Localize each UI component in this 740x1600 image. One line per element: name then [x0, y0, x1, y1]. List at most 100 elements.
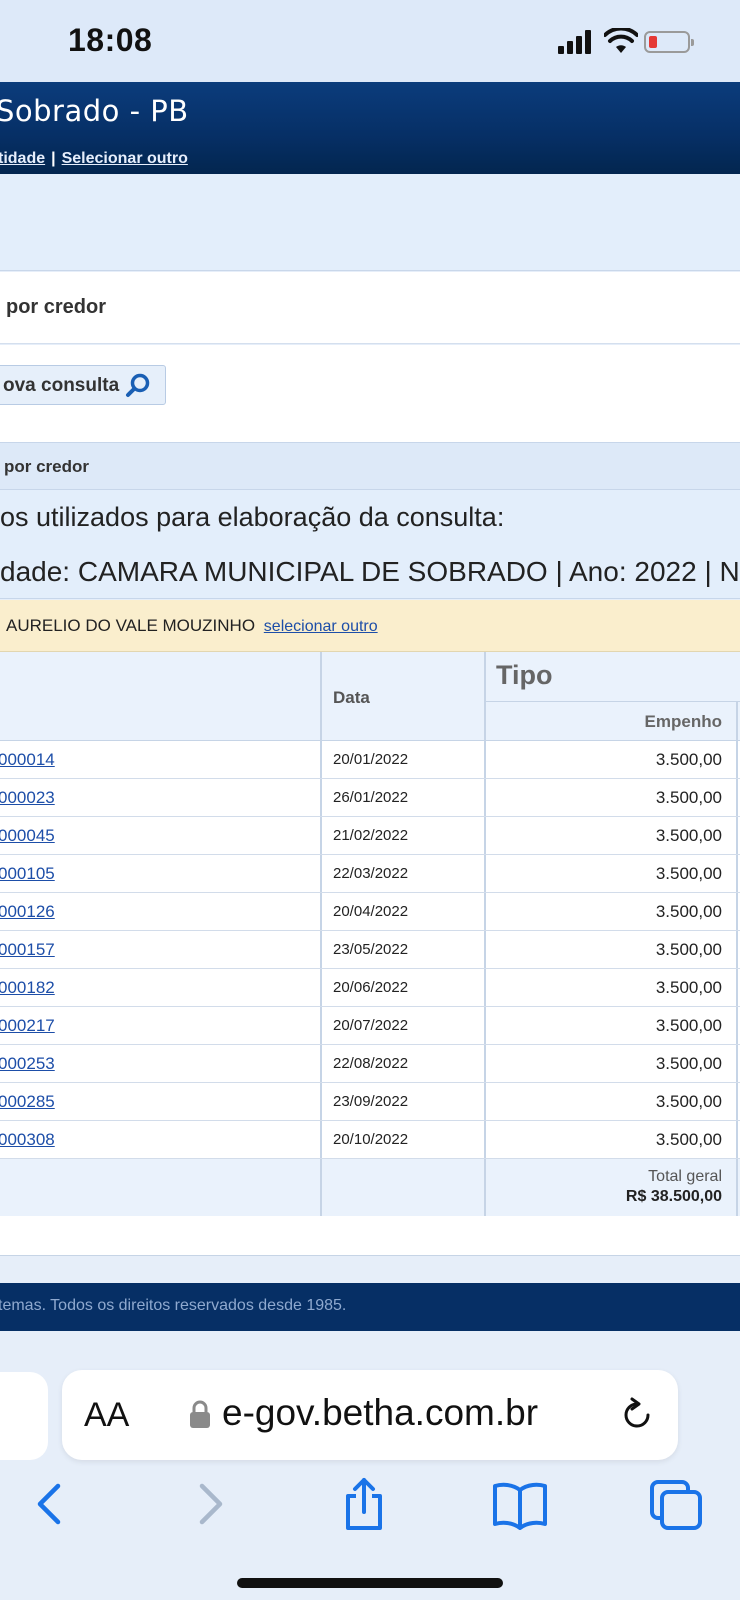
empenho-number-link[interactable]: 000105 — [0, 864, 55, 884]
entity-link[interactable]: tidade — [0, 150, 45, 167]
table-row: 000253 22/08/2022 3.500,00 — [0, 1045, 740, 1083]
forward-icon[interactable] — [180, 1476, 240, 1532]
search-icon — [126, 373, 150, 397]
date-cell: 22/08/2022 — [322, 1045, 486, 1082]
back-icon[interactable] — [20, 1476, 80, 1532]
date-cell: 22/03/2022 — [322, 855, 486, 892]
share-icon[interactable] — [334, 1476, 394, 1532]
empenho-cell: 3.500,00 — [486, 1007, 738, 1044]
cellular-signal-icon — [558, 30, 594, 54]
numero-cell: 000253 — [0, 1045, 322, 1082]
empenho-cell: 3.500,00 — [486, 1121, 738, 1158]
table-row: 000308 20/10/2022 3.500,00 — [0, 1121, 740, 1159]
section-title: por credor — [4, 457, 90, 476]
empenho-number-link[interactable]: 000157 — [0, 940, 55, 960]
tabs-icon[interactable] — [646, 1476, 706, 1532]
table-row: 000126 20/04/2022 3.500,00 — [0, 893, 740, 931]
date-cell: 20/04/2022 — [322, 893, 486, 930]
header-links: tidade | Selecionar outro — [0, 150, 188, 168]
section-bar: por credor — [0, 442, 740, 490]
header-tipo-label: Tipo — [496, 660, 553, 690]
date-value: 21/02/2022 — [333, 827, 409, 844]
text-size-label: AA — [84, 1396, 130, 1434]
empenho-number-link[interactable]: 000285 — [0, 1092, 55, 1112]
empenho-value: 3.500,00 — [655, 1016, 722, 1035]
date-value: 20/01/2022 — [333, 751, 409, 768]
empenho-number-link[interactable]: 000126 — [0, 902, 55, 922]
empenho-value: 3.500,00 — [655, 826, 722, 845]
empenho-cell: 3.500,00 — [486, 969, 738, 1006]
empenho-value: 3.500,00 — [655, 750, 722, 769]
date-value: 23/05/2022 — [333, 941, 409, 958]
numero-cell: 000308 — [0, 1121, 322, 1158]
new-query-label: ova consulta — [3, 375, 120, 396]
empenho-cell: 3.500,00 — [486, 779, 738, 816]
date-cell: 20/07/2022 — [322, 1007, 486, 1044]
empenho-cell: 3.500,00 — [486, 893, 738, 930]
url-text[interactable]: e-gov.betha.com.br — [222, 1392, 538, 1434]
empenho-cell: 3.500,00 — [486, 1083, 738, 1120]
creditor-info: AURELIO DO VALE MOUZINHO selecionar outr… — [6, 616, 378, 636]
header-number-column — [0, 652, 322, 741]
date-value: 20/06/2022 — [333, 979, 409, 996]
empenho-number-link[interactable]: 000217 — [0, 1016, 55, 1036]
date-value: 22/03/2022 — [333, 865, 409, 882]
text-size-button[interactable]: AA — [84, 1396, 129, 1435]
empenho-number-link[interactable]: 000308 — [0, 1130, 55, 1150]
previous-tab-preview[interactable] — [0, 1372, 48, 1460]
wifi-icon — [604, 28, 638, 53]
numero-cell: 000126 — [0, 893, 322, 930]
battery-icon — [644, 31, 694, 53]
home-indicator[interactable] — [237, 1578, 503, 1588]
empenho-cell: 3.500,00 — [486, 817, 738, 854]
results-table: Data Tipo Empenho 000014 20/01/2022 3.500,… — [0, 652, 740, 1217]
page-footer: temas. Todos os direitos reservados desd… — [0, 1283, 740, 1331]
table-row: 000157 23/05/2022 3.500,00 — [0, 931, 740, 969]
new-query-button[interactable]: ova consulta — [0, 365, 166, 405]
date-cell: 21/02/2022 — [322, 817, 486, 854]
status-bar: 18:08 — [0, 0, 740, 82]
empenho-number-link[interactable]: 000014 — [0, 750, 55, 770]
select-other-entity-link[interactable]: Selecionar outro — [62, 150, 188, 167]
empenho-value: 3.500,00 — [655, 1092, 722, 1111]
empenho-value: 3.500,00 — [655, 978, 722, 997]
empenho-number-link[interactable]: 000045 — [0, 826, 55, 846]
numero-cell: 000014 — [0, 741, 322, 778]
empenho-cell: 3.500,00 — [486, 741, 738, 778]
header-data-label: Data — [333, 688, 370, 707]
link-separator: | — [51, 150, 56, 167]
numero-cell: 000157 — [0, 931, 322, 968]
total-cell: Total geral R$ 38.500,00 — [486, 1159, 738, 1217]
parameters-line: dade: CAMARA MUNICIPAL DE SOBRADO | Ano:… — [0, 556, 740, 587]
numero-cell: 000217 — [0, 1007, 322, 1044]
total-value: R$ 38.500,00 — [625, 1188, 722, 1205]
empenho-number-link[interactable]: 000182 — [0, 978, 55, 998]
select-other-creditor-link[interactable]: selecionar outro — [264, 618, 378, 635]
table-row: 000045 21/02/2022 3.500,00 — [0, 817, 740, 855]
page-title: por credor — [6, 296, 107, 318]
empenho-number-link[interactable]: 000253 — [0, 1054, 55, 1074]
empenho-number-link[interactable]: 000023 — [0, 788, 55, 808]
date-value: 20/07/2022 — [333, 1017, 409, 1034]
footer-copyright: temas. Todos os direitos reservados desd… — [0, 1297, 347, 1314]
header-tipo: Tipo — [486, 652, 740, 702]
numero-cell: 000285 — [0, 1083, 322, 1120]
address-bar[interactable]: AA e-gov.betha.com.br — [62, 1370, 678, 1460]
date-value: 23/09/2022 — [333, 1093, 409, 1110]
content-bottom — [0, 1216, 740, 1256]
bookmarks-icon[interactable] — [490, 1476, 550, 1532]
empenho-value: 3.500,00 — [655, 864, 722, 883]
date-cell: 20/06/2022 — [322, 969, 486, 1006]
date-cell: 23/05/2022 — [322, 931, 486, 968]
reload-icon[interactable] — [618, 1396, 656, 1434]
table-row: 000023 26/01/2022 3.500,00 — [0, 779, 740, 817]
lock-icon — [190, 1400, 210, 1428]
table-header: Data Tipo Empenho — [0, 652, 740, 741]
date-cell: 20/01/2022 — [322, 741, 486, 778]
date-cell: 20/10/2022 — [322, 1121, 486, 1158]
table-row: 000105 22/03/2022 3.500,00 — [0, 855, 740, 893]
empenho-value: 3.500,00 — [655, 1054, 722, 1073]
table-row: 000014 20/01/2022 3.500,00 — [0, 741, 740, 779]
date-cell: 23/09/2022 — [322, 1083, 486, 1120]
date-value: 20/10/2022 — [333, 1131, 409, 1148]
